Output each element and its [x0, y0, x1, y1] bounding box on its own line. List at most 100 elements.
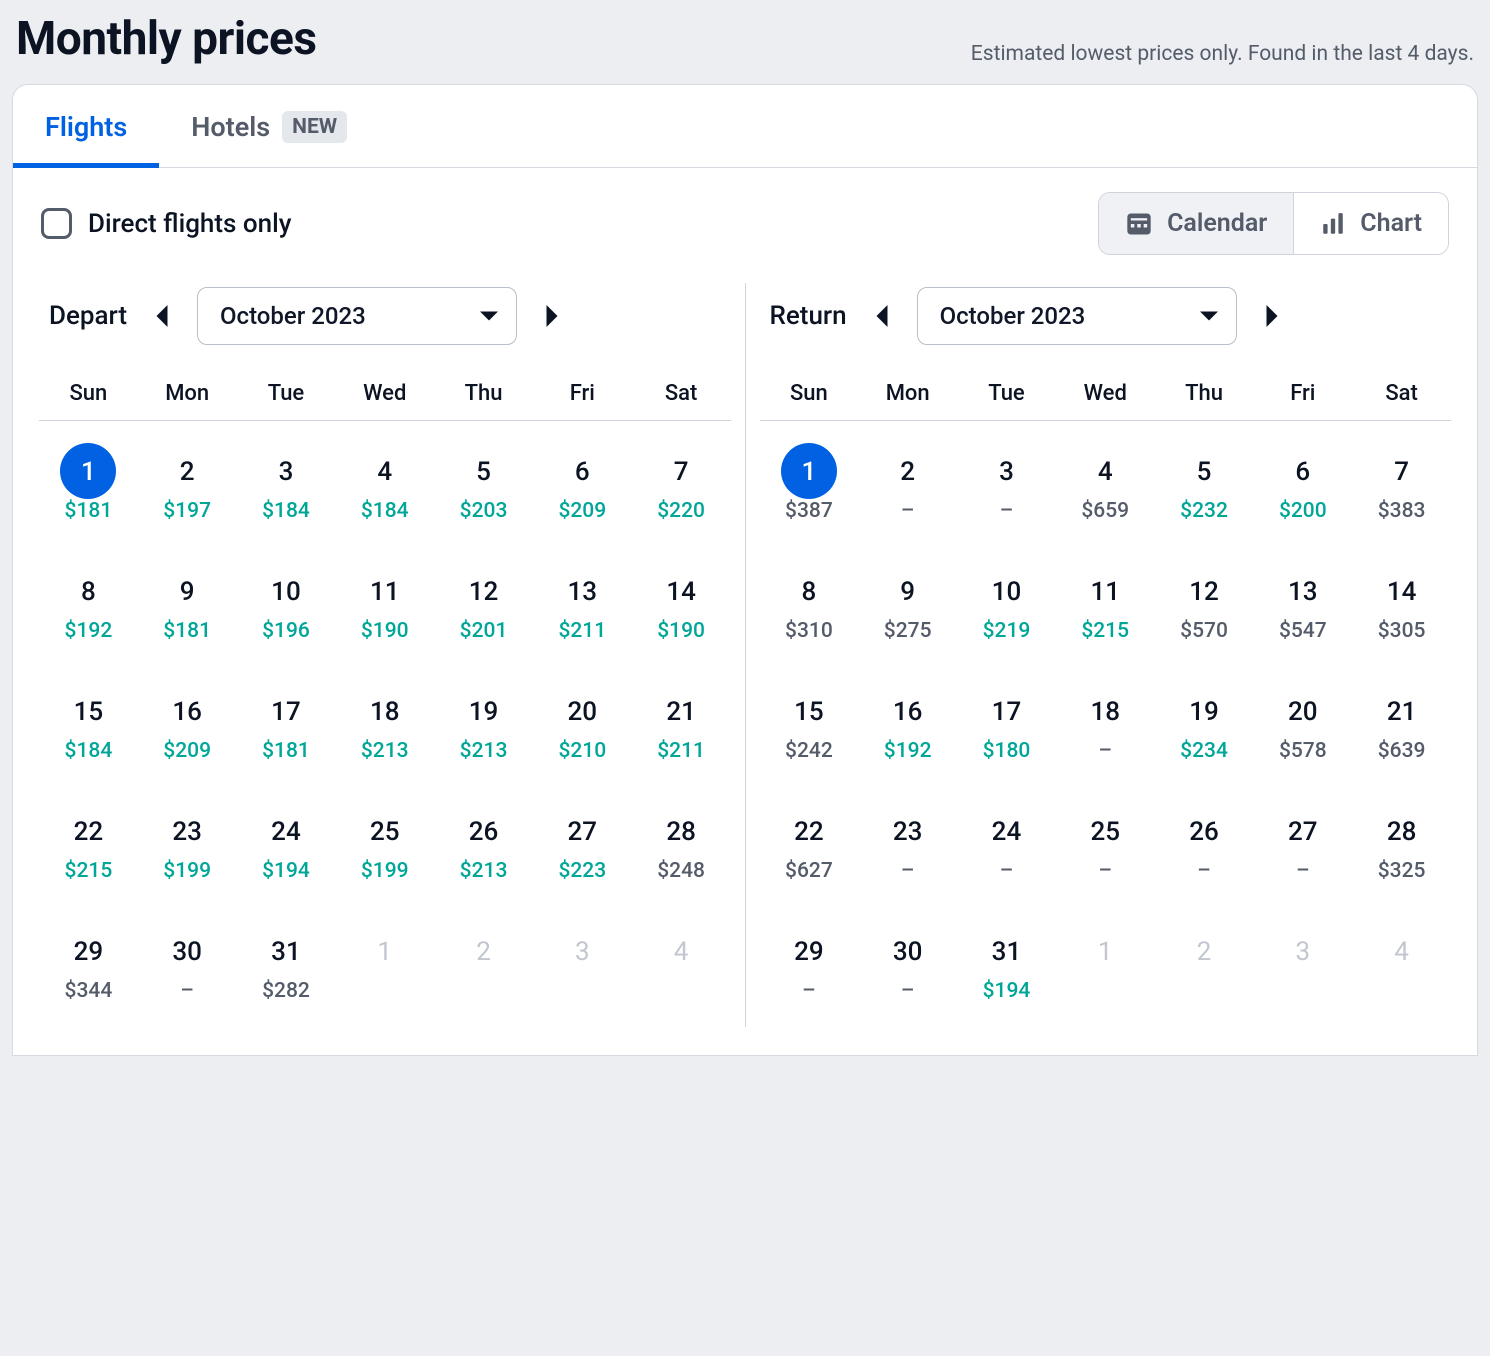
return-day-cell[interactable]: 17$180 — [957, 667, 1056, 787]
return-day-cell[interactable]: 29– — [760, 907, 859, 1027]
dow-header: Tue — [237, 381, 336, 406]
return-day-cell[interactable]: 11$215 — [1056, 547, 1155, 667]
dow-header: Tue — [957, 381, 1056, 406]
depart-day-cell[interactable]: 22$215 — [39, 787, 138, 907]
chart-view-button[interactable]: Chart — [1293, 193, 1448, 254]
tab-hotels[interactable]: Hotels NEW — [159, 85, 379, 167]
depart-day-cell[interactable]: 11$190 — [335, 547, 434, 667]
return-day-cell[interactable]: 10$219 — [957, 547, 1056, 667]
depart-day-cell[interactable]: 30– — [138, 907, 237, 1027]
return-day-cell[interactable]: 16$192 — [858, 667, 957, 787]
depart-day-cell[interactable]: 28$248 — [632, 787, 731, 907]
depart-month-select[interactable]: October 2023 — [197, 287, 517, 345]
day-number: 25 — [370, 817, 400, 847]
return-day-cell[interactable]: 12$570 — [1155, 547, 1254, 667]
depart-next-month-button[interactable] — [535, 299, 569, 333]
depart-dow-row: SunMonTueWedThuFriSat — [39, 381, 731, 421]
return-day-cell[interactable]: 18– — [1056, 667, 1155, 787]
depart-day-cell[interactable]: 7$220 — [632, 427, 731, 547]
chevron-left-icon — [153, 305, 171, 327]
return-day-cell[interactable]: 26– — [1155, 787, 1254, 907]
depart-day-cell[interactable]: 9$181 — [138, 547, 237, 667]
return-day-cell[interactable]: 8$310 — [760, 547, 859, 667]
return-day-cell[interactable]: 23 – — [858, 787, 957, 907]
calendar-view-button[interactable]: Calendar — [1099, 193, 1293, 254]
depart-day-cell[interactable]: 29$344 — [39, 907, 138, 1027]
depart-day-cell[interactable]: 25 $199 — [335, 787, 434, 907]
return-day-cell[interactable]: 5$232 — [1155, 427, 1254, 547]
depart-day-cell[interactable]: 20$210 — [533, 667, 632, 787]
return-day-cell[interactable]: 30– — [858, 907, 957, 1027]
return-day-cell[interactable]: 21$639 — [1352, 667, 1451, 787]
return-day-cell[interactable]: 6$200 — [1253, 427, 1352, 547]
return-day-cell[interactable]: 9$275 — [858, 547, 957, 667]
day-number: 7 — [1394, 457, 1409, 487]
depart-prev-month-button[interactable] — [145, 299, 179, 333]
day-number: 16 — [893, 697, 923, 727]
return-day-cell[interactable]: 19$234 — [1155, 667, 1254, 787]
day-number: 1 — [81, 457, 96, 487]
day-number: 14 — [1387, 577, 1417, 607]
day-price: $184 — [65, 739, 113, 763]
day-number: 23 — [893, 817, 923, 847]
depart-day-cell[interactable]: 31$282 — [237, 907, 336, 1027]
depart-day-cell[interactable]: 5$203 — [434, 427, 533, 547]
depart-day-cell[interactable]: 10$196 — [237, 547, 336, 667]
day-number: 10 — [271, 577, 301, 607]
depart-day-cell[interactable]: 6$209 — [533, 427, 632, 547]
depart-day-cell[interactable]: 23$199 — [138, 787, 237, 907]
return-day-cell[interactable]: 25– — [1056, 787, 1155, 907]
direct-flights-checkbox[interactable]: Direct flights only — [41, 208, 291, 239]
day-number: 14 — [666, 577, 696, 607]
day-price: – — [901, 859, 914, 883]
depart-day-cell[interactable]: 18$213 — [335, 667, 434, 787]
tab-flights[interactable]: Flights — [13, 85, 159, 167]
return-month-select[interactable]: October 2023 — [917, 287, 1237, 345]
return-day-cell[interactable]: 20$578 — [1253, 667, 1352, 787]
day-price: $203 — [460, 499, 508, 523]
depart-day-cell[interactable]: 3$184 — [237, 427, 336, 547]
return-day-cell[interactable]: 3– — [957, 427, 1056, 547]
return-day-cell[interactable]: 22$627 — [760, 787, 859, 907]
depart-day-cell[interactable]: 13$211 — [533, 547, 632, 667]
day-price: $184 — [262, 499, 310, 523]
day-number: 23 — [172, 817, 202, 847]
depart-day-cell[interactable]: 16$209 — [138, 667, 237, 787]
depart-day-cell[interactable]: 15$184 — [39, 667, 138, 787]
day-price: $215 — [1081, 619, 1129, 643]
day-number: 29 — [794, 937, 824, 967]
depart-day-cell[interactable]: 2$197 — [138, 427, 237, 547]
return-day-cell[interactable]: 15$242 — [760, 667, 859, 787]
return-day-cell[interactable]: 13$547 — [1253, 547, 1352, 667]
day-number: 31 — [992, 937, 1022, 967]
depart-day-cell[interactable]: 8$192 — [39, 547, 138, 667]
depart-day-cell[interactable]: 17$181 — [237, 667, 336, 787]
return-day-cell[interactable]: 2– — [858, 427, 957, 547]
depart-day-cell[interactable]: 21$211 — [632, 667, 731, 787]
day-number: 26 — [469, 817, 499, 847]
return-day-cell[interactable]: 1$387 — [760, 427, 859, 547]
day-price: $219 — [983, 619, 1031, 643]
return-next-month-button[interactable] — [1255, 299, 1289, 333]
return-day-cell[interactable]: 7$383 — [1352, 427, 1451, 547]
day-number: 20 — [568, 697, 598, 727]
depart-day-cell[interactable]: 1$181 — [39, 427, 138, 547]
day-price: $211 — [558, 619, 606, 643]
depart-day-cell[interactable]: 12$201 — [434, 547, 533, 667]
return-day-cell[interactable]: 31$194 — [957, 907, 1056, 1027]
day-price: $199 — [361, 859, 409, 883]
depart-day-cell[interactable]: 26$213 — [434, 787, 533, 907]
depart-day-cell[interactable]: 4$184 — [335, 427, 434, 547]
day-number: 22 — [794, 817, 824, 847]
return-day-cell[interactable]: 24– — [957, 787, 1056, 907]
return-day-cell[interactable]: 14$305 — [1352, 547, 1451, 667]
return-prev-month-button[interactable] — [865, 299, 899, 333]
day-number: 3 — [1296, 937, 1311, 967]
return-day-cell[interactable]: 27– — [1253, 787, 1352, 907]
depart-day-cell[interactable]: 24$194 — [237, 787, 336, 907]
depart-day-cell[interactable]: 14$190 — [632, 547, 731, 667]
return-day-cell[interactable]: 28$325 — [1352, 787, 1451, 907]
depart-day-cell[interactable]: 27$223 — [533, 787, 632, 907]
depart-day-cell[interactable]: 19$213 — [434, 667, 533, 787]
return-day-cell[interactable]: 4$659 — [1056, 427, 1155, 547]
